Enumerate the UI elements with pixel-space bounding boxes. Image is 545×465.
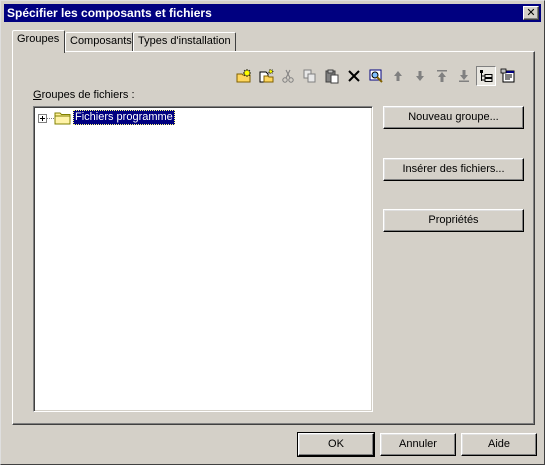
tab-types-installation[interactable]: Types d'installation [133,32,236,52]
move-down-icon [416,71,424,81]
folder-icon [54,111,72,128]
file-groups-label: Groupes de fichiers : [33,89,135,101]
move-bottom-icon [459,70,469,82]
properties-side-button[interactable]: Propriétés [383,209,524,232]
find-button[interactable] [366,66,386,86]
find-icon [369,69,383,83]
move-up-icon [394,71,402,81]
move-up-button[interactable] [388,66,408,86]
paste-button[interactable] [322,66,342,86]
close-button[interactable]: ✕ [523,6,539,20]
new-folder-icon [236,68,252,83]
move-top-button[interactable] [432,66,452,86]
tree-connector [47,118,54,119]
properties-side-button-label: Propriétés [428,214,479,226]
help-button[interactable]: Aide [461,433,537,456]
insert-files-button-label: Insérer des fichiers... [402,163,505,175]
tree-view-button[interactable] [476,66,496,86]
tab-panel-groupes: Groupes de fichiers : Fichiers programme… [12,51,535,425]
close-icon: ✕ [526,6,536,19]
tab-types-installation-label: Types d'installation [138,35,231,47]
delete-icon [348,70,360,82]
help-button-label: Aide [487,438,511,450]
window-title: Spécifier les composants et fichiers [7,6,212,20]
tree-view-icon [480,70,493,82]
file-groups-tree[interactable]: Fichiers programme [33,106,373,412]
tab-groupes-label: Groupes [17,33,60,45]
copy-icon [303,69,316,83]
tree-node-label[interactable]: Fichiers programme [73,110,175,125]
tab-composants-label: Composants [70,35,132,47]
cut-button[interactable] [278,66,298,86]
new-group-button-label: Nouveau groupe... [408,111,499,123]
delete-button[interactable] [344,66,364,86]
tab-composants[interactable]: Composants [65,32,133,52]
expand-icon[interactable] [38,114,47,123]
cancel-button[interactable]: Annuler [380,433,456,456]
copy-button[interactable] [300,66,320,86]
dialog-window: Spécifier les composants et fichiers ✕ G… [0,0,545,465]
title-bar[interactable]: Spécifier les composants et fichiers ✕ [4,4,541,22]
new-group-button[interactable]: Nouveau groupe... [383,106,524,129]
paste-icon [325,69,339,84]
move-bottom-button[interactable] [454,66,474,86]
tab-groupes[interactable]: Groupes [12,30,65,53]
ok-button[interactable]: OK [297,432,375,457]
new-item-button[interactable] [256,66,276,86]
move-down-button[interactable] [410,66,430,86]
move-top-icon [437,70,447,82]
ok-button-label: OK [328,438,344,450]
properties-icon [500,68,515,83]
properties-button[interactable] [498,66,518,86]
insert-files-button[interactable]: Insérer des fichiers... [383,158,524,181]
new-item-icon [259,68,274,83]
new-folder-button[interactable] [234,66,254,86]
cut-icon [282,69,294,83]
cancel-button-label: Annuler [399,438,437,450]
file-groups-label-text: roupes de fichiers : [41,89,135,101]
